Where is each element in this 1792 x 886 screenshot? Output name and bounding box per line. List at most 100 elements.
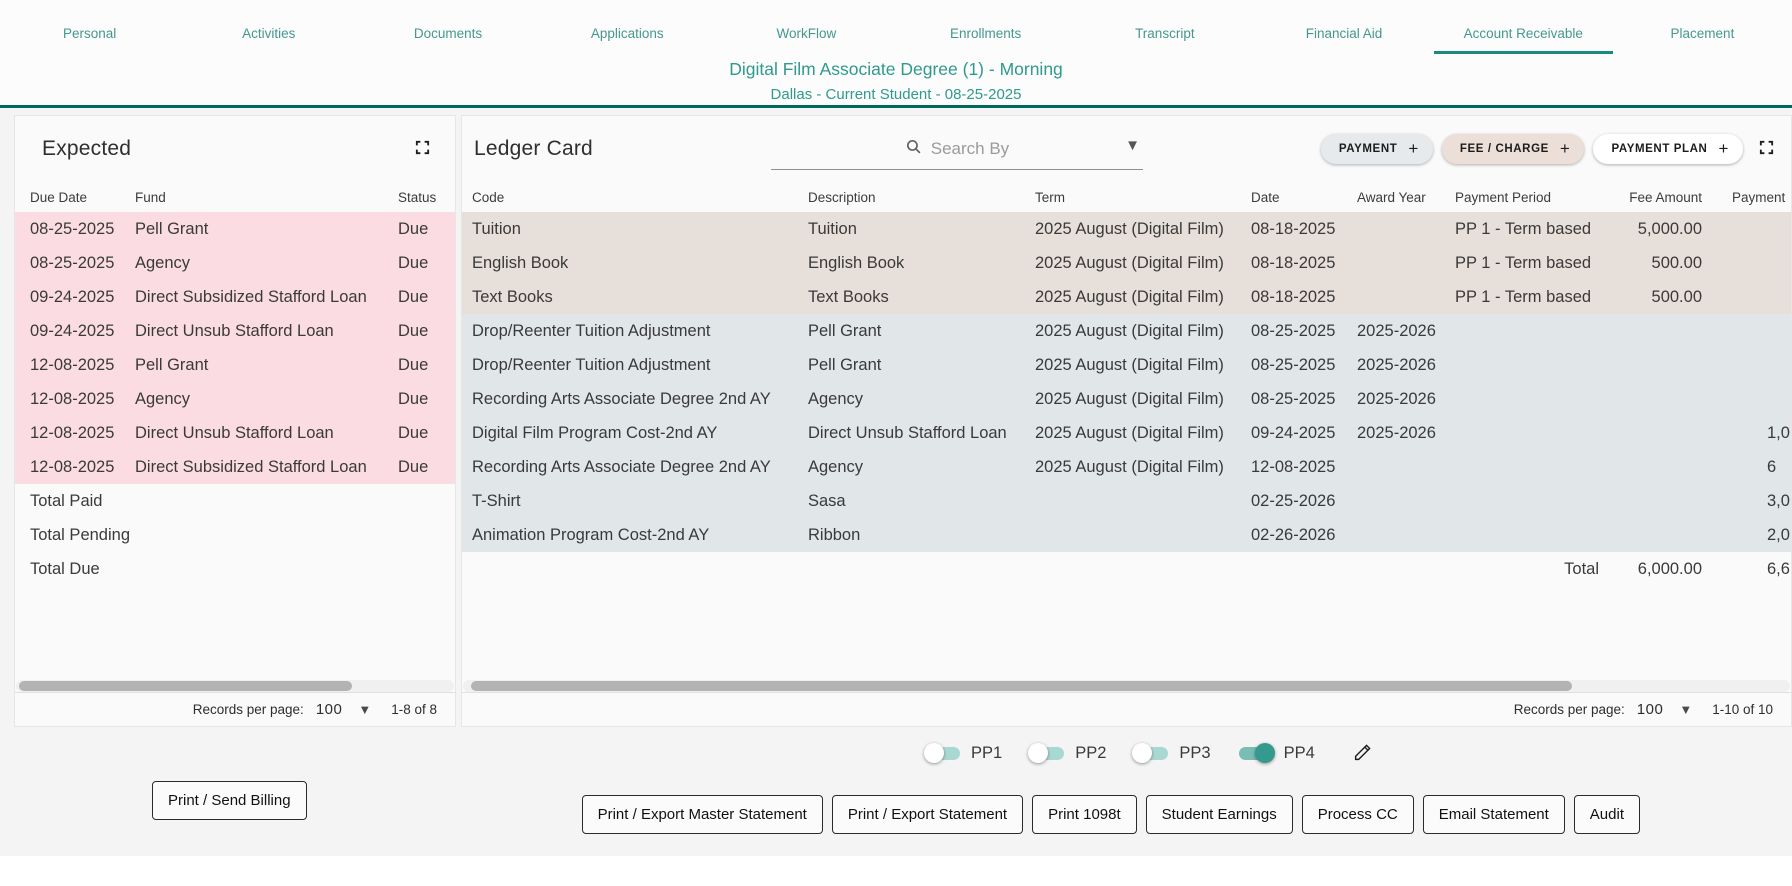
description-cell: Pell Grant	[808, 355, 882, 374]
process-cc-button[interactable]: Process CC	[1301, 795, 1414, 834]
ledger-row[interactable]: Digital Film Program Cost-2nd AY Direct …	[462, 416, 1791, 450]
expected-row[interactable]: 09-24-2025 Direct Subsidized Stafford Lo…	[15, 280, 455, 314]
date-cell: 08-25-2025	[1251, 389, 1336, 408]
code-cell: Tuition	[472, 219, 521, 238]
ledger-row[interactable]: T-Shirt Sasa 02-25-2026 3,0	[462, 484, 1791, 518]
ledger-row[interactable]: English Book English Book 2025 August (D…	[462, 246, 1791, 280]
expected-row[interactable]: 12-08-2025 Pell Grant Due	[15, 348, 455, 382]
expected-table-header: Due Date Fund Status	[15, 182, 455, 212]
fee-charge-add-button[interactable]: FEE / CHARGE +	[1441, 134, 1585, 164]
ledger-row[interactable]: Recording Arts Associate Degree 2nd AY A…	[462, 450, 1791, 484]
code-cell: English Book	[472, 253, 569, 272]
status-cell: Due	[398, 355, 429, 374]
pp4-switch[interactable]	[1237, 743, 1275, 763]
expected-row[interactable]: 12-08-2025 Direct Unsub Stafford Loan Du…	[15, 416, 455, 450]
status-cell: Due	[398, 457, 429, 476]
page-subtitle: Dallas - Current Student - 08-25-2025	[770, 86, 1022, 103]
search-dropdown-icon[interactable]: ▼	[1125, 137, 1140, 154]
status-cell: Due	[398, 253, 429, 272]
audit-button[interactable]: Audit	[1573, 795, 1640, 834]
payment-add-button[interactable]: PAYMENT +	[1320, 134, 1433, 164]
tab-placement[interactable]: Placement	[1613, 20, 1792, 54]
tab-financial-aid[interactable]: Financial Aid	[1254, 20, 1433, 54]
edit-payment-periods-button[interactable]	[1353, 741, 1374, 765]
print-1098t-button[interactable]: Print 1098t	[1032, 795, 1137, 834]
chip-label: FEE / CHARGE	[1459, 143, 1549, 155]
ledger-expand-button[interactable]	[1758, 139, 1775, 159]
pp1-switch[interactable]	[924, 743, 962, 763]
award-year-cell: 2025-2026	[1357, 355, 1436, 374]
col-award-year: Award Year	[1357, 189, 1426, 205]
payment-period-cell: PP 1 - Term based	[1455, 253, 1592, 272]
ledger-row[interactable]: Drop/Reenter Tuition Adjustment Pell Gra…	[462, 348, 1791, 382]
scrollbar-thumb[interactable]	[19, 681, 352, 691]
due-date-cell: 08-25-2025	[30, 219, 115, 238]
print-send-billing-button[interactable]: Print / Send Billing	[152, 781, 307, 820]
toggle-pp3[interactable]: PP3	[1132, 743, 1211, 763]
tab-personal[interactable]: Personal	[0, 20, 179, 54]
per-page-dropdown-icon[interactable]: ▼	[1679, 702, 1692, 717]
toggle-pp1[interactable]: PP1	[924, 743, 1002, 763]
fullscreen-icon	[1758, 139, 1775, 159]
ledger-row[interactable]: Text Books Text Books 2025 August (Digit…	[462, 280, 1791, 314]
term-cell: 2025 August (Digital Film)	[1035, 389, 1224, 408]
pp3-switch[interactable]	[1132, 743, 1170, 763]
col-fee-amount: Fee Amount	[1629, 189, 1702, 205]
code-cell: Animation Program Cost-2nd AY	[472, 525, 710, 544]
scrollbar-thumb[interactable]	[471, 681, 1573, 691]
records-per-page-value[interactable]: 100	[316, 701, 343, 718]
fee-amount-cell: 500.00	[1651, 287, 1702, 306]
ledger-row[interactable]: Drop/Reenter Tuition Adjustment Pell Gra…	[462, 314, 1791, 348]
top-bar: Personal Activities Documents Applicatio…	[0, 0, 1792, 105]
tab-enrollments[interactable]: Enrollments	[896, 20, 1075, 54]
expected-row[interactable]: 12-08-2025 Direct Subsidized Stafford Lo…	[15, 450, 455, 484]
col-code: Code	[472, 189, 505, 205]
tab-workflow[interactable]: WorkFlow	[717, 20, 896, 54]
expected-row[interactable]: 08-25-2025 Agency Due	[15, 246, 455, 280]
ledger-row[interactable]: Animation Program Cost-2nd AY Ribbon 02-…	[462, 518, 1791, 552]
tab-account-receivable[interactable]: Account Receivable	[1433, 20, 1613, 54]
code-cell: Drop/Reenter Tuition Adjustment	[472, 355, 711, 374]
expected-row[interactable]: 08-25-2025 Pell Grant Due	[15, 212, 455, 246]
tab-applications[interactable]: Applications	[538, 20, 717, 54]
tab-transcript[interactable]: Transcript	[1075, 20, 1254, 54]
toggle-pp4[interactable]: PP4	[1237, 743, 1315, 763]
payment-plan-add-button[interactable]: PAYMENT PLAN +	[1593, 134, 1743, 164]
term-cell: 2025 August (Digital Film)	[1035, 321, 1224, 340]
description-cell: Tuition	[808, 219, 857, 238]
date-cell: 08-18-2025	[1251, 287, 1336, 306]
print-export-statement-button[interactable]: Print / Export Statement	[831, 795, 1024, 834]
tab-documents[interactable]: Documents	[358, 20, 537, 54]
toggle-pp2[interactable]: PP2	[1028, 743, 1106, 763]
ledger-search-input[interactable]: Search By ▼	[770, 128, 1143, 170]
expected-row[interactable]: 12-08-2025 Agency Due	[15, 382, 455, 416]
expected-row[interactable]: 09-24-2025 Direct Unsub Stafford Loan Du…	[15, 314, 455, 348]
status-cell: Due	[398, 321, 429, 340]
date-cell: 02-25-2026	[1251, 491, 1336, 510]
expected-panel: Expected Due Date Fund Status 08-25-2025…	[14, 115, 456, 727]
email-statement-button[interactable]: Email Statement	[1422, 795, 1565, 834]
chip-label: PAYMENT PLAN	[1611, 143, 1708, 155]
plus-icon: +	[1559, 139, 1571, 158]
term-cell: 2025 August (Digital Film)	[1035, 355, 1224, 374]
records-per-page-value[interactable]: 100	[1637, 701, 1664, 718]
pp2-switch[interactable]	[1028, 743, 1066, 763]
expected-pagination: Records per page: 100 ▼ 1-8 of 8	[15, 692, 455, 726]
description-cell: Ribbon	[808, 525, 861, 544]
search-placeholder: Search By	[930, 138, 1010, 158]
student-earnings-button[interactable]: Student Earnings	[1145, 795, 1293, 834]
per-page-dropdown-icon[interactable]: ▼	[358, 702, 371, 717]
tab-activities[interactable]: Activities	[179, 20, 358, 54]
ledger-horizontal-scrollbar[interactable]	[463, 680, 1790, 692]
ledger-row[interactable]: Tuition Tuition 2025 August (Digital Fil…	[462, 212, 1791, 246]
ledger-row[interactable]: Recording Arts Associate Degree 2nd AY A…	[462, 382, 1791, 416]
fund-cell: Direct Subsidized Stafford Loan	[135, 287, 367, 306]
expected-expand-button[interactable]	[414, 139, 431, 159]
fund-cell: Direct Subsidized Stafford Loan	[135, 457, 367, 476]
record-range: 1-8 of 8	[391, 702, 437, 717]
expected-horizontal-scrollbar[interactable]	[16, 680, 454, 692]
code-cell: Recording Arts Associate Degree 2nd AY	[472, 457, 771, 476]
fee-amount-cell: 500.00	[1651, 253, 1702, 272]
due-date-cell: 09-24-2025	[30, 321, 115, 340]
print-export-master-statement-button[interactable]: Print / Export Master Statement	[581, 795, 823, 834]
